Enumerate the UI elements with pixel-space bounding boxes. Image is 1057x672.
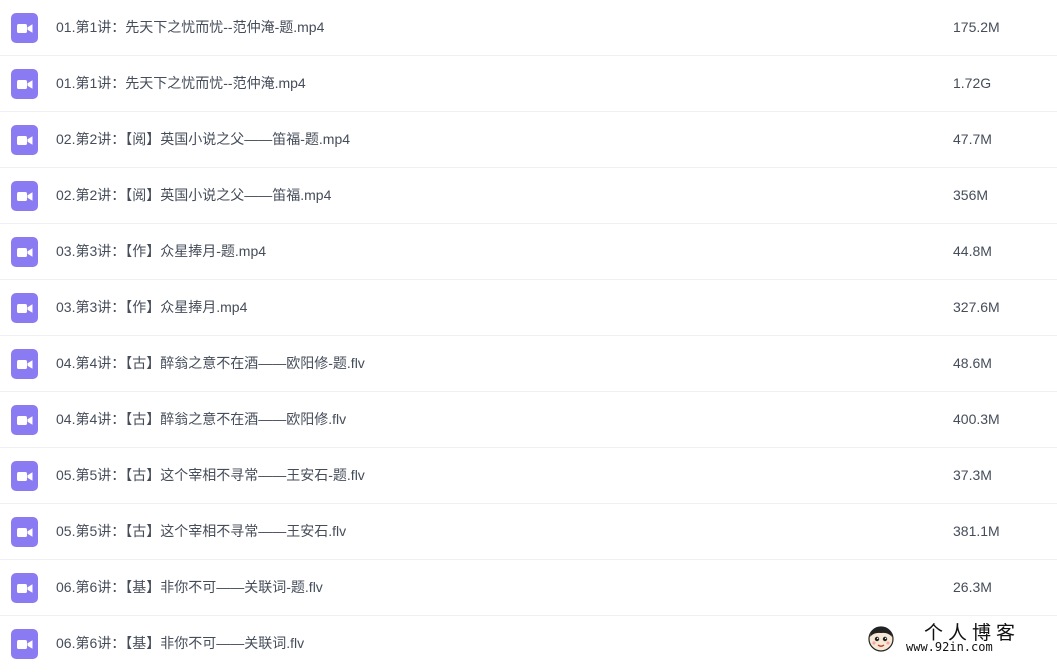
video-file-icon: [11, 125, 38, 155]
file-size: 400.3M: [953, 411, 1000, 427]
file-name[interactable]: 06.第6讲：【基】非你不可——关联词-题.flv: [56, 560, 323, 615]
file-size: 381.1M: [953, 523, 1000, 539]
list-item[interactable]: 03.第3讲：【作】众星捧月-题.mp4 44.8M: [0, 224, 1057, 280]
file-name[interactable]: 05.第5讲：【古】这个宰相不寻常——王安石.flv: [56, 504, 346, 559]
list-item[interactable]: 05.第5讲：【古】这个宰相不寻常——王安石-题.flv 37.3M: [0, 448, 1057, 504]
file-name[interactable]: 02.第2讲：【阅】英国小说之父——笛福-题.mp4: [56, 112, 350, 167]
video-file-icon: [11, 405, 38, 435]
file-name[interactable]: 01.第1讲：先天下之忧而忧--范仲淹-题.mp4: [56, 0, 324, 55]
file-size: 356M: [953, 187, 989, 203]
file-name[interactable]: 03.第3讲：【作】众星捧月-题.mp4: [56, 224, 266, 279]
file-name[interactable]: 02.第2讲：【阅】英国小说之父——笛福.mp4: [56, 168, 331, 223]
file-size: 175.2M: [953, 19, 1000, 35]
file-list: 01.第1讲：先天下之忧而忧--范仲淹-题.mp4 175.2M 01.第1讲：…: [0, 0, 1057, 672]
video-file-icon: [11, 349, 38, 379]
watermark: 个人博客 www.92in.com: [862, 620, 1052, 658]
video-file-icon: [11, 573, 38, 603]
list-item[interactable]: 06.第6讲：【基】非你不可——关联词-题.flv 26.3M: [0, 560, 1057, 616]
video-file-icon: [11, 181, 38, 211]
file-name[interactable]: 03.第3讲：【作】众星捧月.mp4: [56, 280, 247, 335]
video-file-icon: [11, 629, 38, 659]
list-item[interactable]: 04.第4讲：【古】醉翁之意不在酒——欧阳修-题.flv 48.6M: [0, 336, 1057, 392]
file-name[interactable]: 04.第4讲：【古】醉翁之意不在酒——欧阳修-题.flv: [56, 336, 365, 391]
list-item[interactable]: 03.第3讲：【作】众星捧月.mp4 327.6M: [0, 280, 1057, 336]
file-size: 47.7M: [953, 131, 992, 147]
file-size: 1.72G: [953, 75, 992, 91]
video-file-icon: [11, 69, 38, 99]
file-name[interactable]: 06.第6讲：【基】非你不可——关联词.flv: [56, 616, 304, 671]
video-file-icon: [11, 293, 38, 323]
file-size: 327.6M: [953, 299, 1000, 315]
video-file-icon: [11, 461, 38, 491]
file-name[interactable]: 04.第4讲：【古】醉翁之意不在酒——欧阳修.flv: [56, 392, 346, 447]
file-size: 48.6M: [953, 355, 992, 371]
video-file-icon: [11, 13, 38, 43]
file-size: 26.3M: [953, 579, 992, 595]
list-item[interactable]: 02.第2讲：【阅】英国小说之父——笛福-题.mp4 47.7M: [0, 112, 1057, 168]
list-item[interactable]: 04.第4讲：【古】醉翁之意不在酒——欧阳修.flv 400.3M: [0, 392, 1057, 448]
file-name[interactable]: 05.第5讲：【古】这个宰相不寻常——王安石-题.flv: [56, 448, 365, 503]
file-size: 44.8M: [953, 243, 992, 259]
watermark-url: www.92in.com: [906, 640, 993, 654]
file-name[interactable]: 01.第1讲：先天下之忧而忧--范仲淹.mp4: [56, 56, 306, 111]
mascot-icon: [868, 626, 894, 652]
video-file-icon: [11, 517, 38, 547]
file-size: 37.3M: [953, 467, 992, 483]
video-file-icon: [11, 237, 38, 267]
list-item[interactable]: 01.第1讲：先天下之忧而忧--范仲淹-题.mp4 175.2M: [0, 0, 1057, 56]
list-item[interactable]: 02.第2讲：【阅】英国小说之父——笛福.mp4 356M: [0, 168, 1057, 224]
list-item[interactable]: 01.第1讲：先天下之忧而忧--范仲淹.mp4 1.72G: [0, 56, 1057, 112]
list-item[interactable]: 05.第5讲：【古】这个宰相不寻常——王安石.flv 381.1M: [0, 504, 1057, 560]
